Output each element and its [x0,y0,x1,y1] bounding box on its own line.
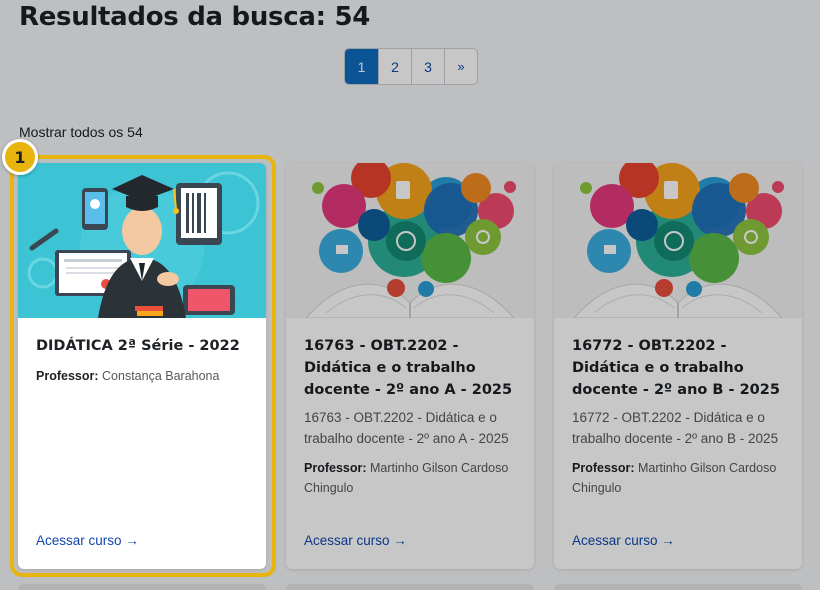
page-title: Resultados da busca: 54 [19,2,371,32]
course-card-partial [554,584,802,590]
course-title[interactable]: 16763 - OBT.2202 - Didática e o trabalho… [304,335,518,401]
tour-step-badge: 1 [2,139,38,175]
course-card[interactable]: 16763 - OBT.2202 - Didática e o trabalho… [286,163,534,569]
course-image [18,163,266,318]
access-course-link[interactable]: Acessar curso → [304,533,407,548]
course-card[interactable]: 16772 - OBT.2202 - Didática e o trabalho… [554,163,802,569]
course-teacher: Professor: Martinho Gilson Cardoso Ching… [304,458,518,498]
page-3-button[interactable]: 3 [411,49,444,84]
course-image [554,163,802,318]
page-1-button[interactable]: 1 [345,49,378,84]
teacher-label: Professor: [572,461,635,475]
course-summary: 16763 - OBT.2202 - Didática e o trabalho… [304,410,509,446]
next-page-button[interactable]: » [444,49,477,84]
course-title[interactable]: DIDÁTICA 2ª Série - 2022 [36,335,250,357]
page-2-button[interactable]: 2 [378,49,411,84]
course-image [286,163,534,318]
course-card-partial [286,584,534,590]
teacher-label: Professor: [304,461,367,475]
teacher-label: Professor: [36,369,99,383]
course-card-partial [18,584,266,590]
show-all-link[interactable]: Mostrar todos os 54 [19,124,143,140]
course-teacher: Professor: Constança Barahona [36,366,250,386]
access-course-link[interactable]: Acessar curso → [572,533,675,548]
teacher-name: Constança Barahona [102,369,220,383]
access-course-link[interactable]: Acessar curso → [36,533,139,548]
course-summary: 16772 - OBT.2202 - Didática e o trabalho… [572,410,779,446]
course-title[interactable]: 16772 - OBT.2202 - Didática e o trabalho… [572,335,786,401]
course-card-highlighted[interactable]: DIDÁTICA 2ª Série - 2022 Professor: Cons… [18,163,266,569]
course-teacher: Professor: Martinho Gilson Cardoso Ching… [572,458,786,498]
pagination: 1 2 3 » [344,48,478,85]
